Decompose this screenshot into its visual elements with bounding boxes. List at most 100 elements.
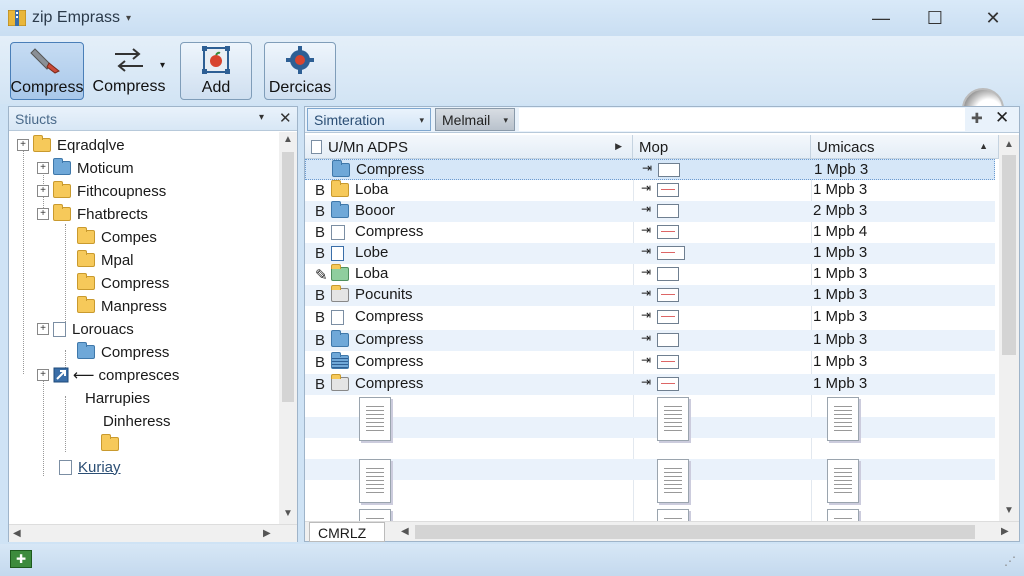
tree-item[interactable]: Manpress — [77, 295, 167, 317]
document-icon[interactable] — [359, 397, 391, 441]
scroll-right-icon[interactable]: ▶ — [263, 528, 271, 539]
document-icon[interactable] — [359, 459, 391, 503]
expand-icon[interactable]: + — [37, 323, 49, 335]
tree-item[interactable]: Compes — [77, 226, 157, 248]
tree-item[interactable]: + Moticum — [37, 157, 134, 179]
folder-icon — [77, 342, 95, 359]
row-name: Compress — [355, 375, 424, 392]
toolbar: Compress Compress ▾ Add Dercicas — [0, 36, 1024, 130]
expand-icon[interactable]: + — [37, 185, 49, 197]
table-row[interactable]: B Pocunits ⇥ 1 Mpb 3 — [305, 285, 995, 306]
table-row[interactable]: B Compress ⇥ 1 Mpb 3 — [305, 330, 995, 351]
tree-item[interactable]: Harrupies — [85, 387, 150, 409]
table-row[interactable]: B Booor ⇥ 2 Mpb 3 — [305, 201, 995, 222]
document-icon[interactable] — [827, 397, 859, 441]
tree-item[interactable]: + ⟵ compresces — [37, 364, 179, 386]
tree-item[interactable]: Compress — [77, 272, 169, 294]
folder-icon — [77, 227, 95, 244]
scroll-down-icon[interactable]: ▼ — [1004, 505, 1014, 516]
document-icon[interactable] — [827, 459, 859, 503]
close-window-button[interactable]: ✕ — [978, 6, 1008, 30]
arrow-right-icon: ⇥ — [642, 161, 653, 175]
tree-vertical-scrollbar[interactable]: ▲ ▼ — [279, 132, 297, 524]
tree-item[interactable]: Compress — [77, 341, 169, 363]
tree-item[interactable]: + Eqradqlve — [17, 134, 125, 156]
row-size: 1 Mpb 4 — [813, 223, 868, 240]
scroll-down-icon[interactable]: ▼ — [283, 508, 293, 519]
row-name: Compress — [356, 161, 425, 178]
scroll-up-icon[interactable]: ▲ — [283, 134, 293, 145]
filter-dropdown[interactable]: Simteration ▾ — [307, 108, 431, 131]
arrow-right-icon: ⇥ — [641, 265, 652, 279]
scroll-thumb[interactable] — [282, 152, 294, 402]
scroll-left-icon[interactable]: ◀ — [401, 526, 409, 537]
expand-icon[interactable]: + — [37, 162, 49, 174]
scroll-right-icon[interactable]: ▶ — [1001, 526, 1009, 537]
arrow-left-icon: ⟵ — [73, 367, 95, 384]
shortcut-icon — [53, 367, 69, 383]
pane-menu-icon[interactable]: ▾ — [259, 112, 264, 123]
row-name: Booor — [355, 202, 396, 219]
view-dropdown[interactable]: Melmail ▾ — [435, 108, 515, 131]
file-preview-icon — [657, 246, 685, 260]
sort-icon: ▶ — [615, 141, 622, 151]
pin-icon[interactable]: ✚ — [971, 110, 983, 127]
file-preview-icon — [657, 333, 679, 347]
horizontal-scroll-thumb[interactable] — [415, 525, 975, 539]
document-icon[interactable] — [657, 397, 689, 441]
column-headers: U/Mn ADPS ▶ Mop Umicacs ▲ — [305, 135, 999, 159]
tree-item[interactable]: Mpal — [77, 249, 134, 271]
bottom-tab[interactable]: CMRLZ — [309, 522, 385, 542]
document-icon[interactable] — [359, 509, 391, 521]
scroll-thumb[interactable] — [1002, 155, 1016, 355]
chevron-down-icon[interactable]: ▾ — [160, 60, 165, 71]
search-input[interactable] — [519, 108, 965, 131]
file-list-vertical-scrollbar[interactable]: ▲ ▼ — [999, 135, 1019, 521]
column-header-mop[interactable]: Mop — [633, 135, 811, 159]
table-row[interactable]: B Lobe ⇥ 1 Mpb 3 — [305, 243, 995, 264]
folder-icon — [331, 352, 349, 369]
expand-icon[interactable]: + — [17, 139, 29, 151]
expand-icon[interactable]: + — [37, 208, 49, 220]
scroll-up-icon[interactable]: ▲ — [1004, 139, 1014, 150]
expand-icon[interactable]: + — [37, 369, 49, 381]
document-icon[interactable] — [657, 509, 689, 521]
close-pane-button[interactable]: ✕ — [279, 109, 292, 127]
tree-item[interactable]: + Fhatbrects — [37, 203, 148, 225]
column-header-size[interactable]: Umicacs ▲ — [811, 135, 999, 159]
resize-grip-icon[interactable]: ⋰ — [1004, 554, 1016, 568]
row-marker: B — [315, 354, 326, 371]
compress-button[interactable]: Compress — [10, 42, 84, 100]
chevron-down-icon: ▾ — [503, 115, 508, 125]
close-pane-button[interactable]: ✕ — [995, 108, 1009, 128]
scroll-left-icon[interactable]: ◀ — [13, 528, 21, 539]
table-row[interactable]: ✎ Loba ⇥ 1 Mpb 3 — [305, 264, 995, 285]
tree-item-label: Fhatbrects — [77, 205, 148, 223]
row-name: Compress — [355, 331, 424, 348]
tree-horizontal-scrollbar[interactable]: ◀ ▶ — [9, 524, 297, 542]
maximize-button[interactable]: ☐ — [920, 6, 950, 30]
folder-icon — [101, 434, 119, 451]
add-button[interactable]: Add — [180, 42, 252, 100]
minimize-button[interactable]: — — [866, 6, 896, 30]
title-dropdown-icon[interactable]: ▾ — [126, 13, 131, 24]
table-row[interactable]: B Compress ⇥ 1 Mpb 3 — [305, 374, 995, 395]
tree-item[interactable]: + Fithcoupness — [37, 180, 166, 202]
row-name: Compress — [355, 353, 424, 370]
column-header-name[interactable]: U/Mn ADPS ▶ — [305, 135, 633, 159]
compress-options-button[interactable]: Compress — [92, 42, 166, 100]
tree-item[interactable]: Kuriay — [59, 456, 121, 478]
document-icon[interactable] — [657, 459, 689, 503]
tree-item[interactable] — [101, 433, 125, 455]
table-row[interactable]: Compress ⇥ 1 Mpb 3 — [305, 159, 995, 180]
table-row[interactable]: B Compress ⇥ 1 Mpb 3 — [305, 352, 995, 373]
table-row[interactable]: B Compress ⇥ 1 Mpb 4 — [305, 222, 995, 243]
puzzle-icon[interactable]: ✚ — [10, 550, 32, 568]
tree-item[interactable]: + Lorouacs — [37, 318, 134, 340]
devices-button[interactable]: Dercicas — [264, 42, 336, 100]
tree-item-label: Compes — [101, 228, 157, 246]
table-row[interactable]: B Compress ⇥ 1 Mpb 3 — [305, 307, 995, 328]
document-icon[interactable] — [827, 509, 859, 521]
tree-item[interactable]: Dinheress — [103, 410, 171, 432]
table-row[interactable]: B Loba ⇥ 1 Mpb 3 — [305, 180, 995, 201]
